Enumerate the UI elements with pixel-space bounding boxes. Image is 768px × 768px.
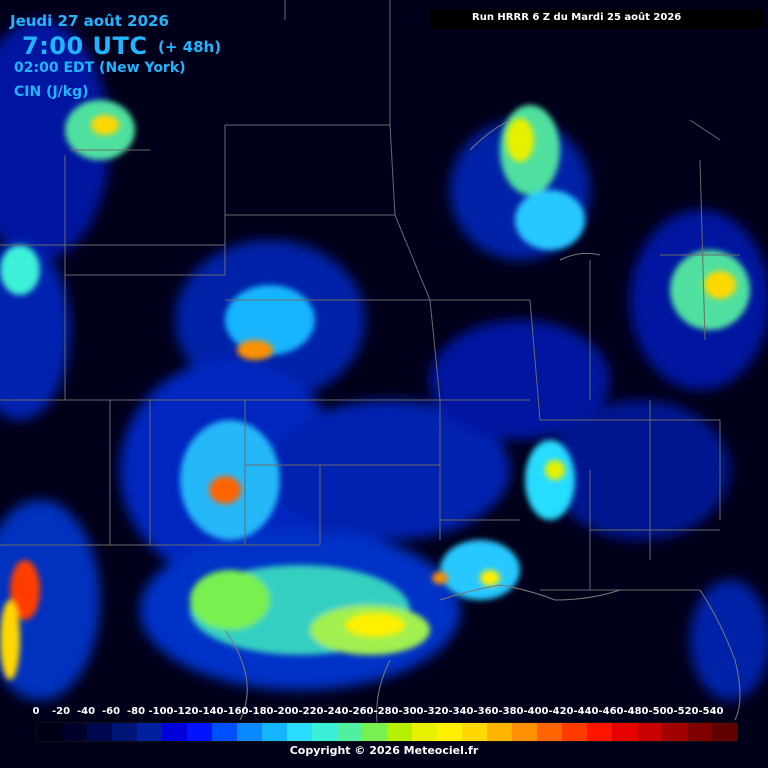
legend-swatch [287, 723, 312, 741]
legend-swatch [312, 723, 337, 741]
legend-swatch [412, 723, 437, 741]
legend-swatch [337, 723, 362, 741]
legend-label: -240 [323, 706, 349, 717]
legend-label: -400 [523, 706, 549, 717]
legend-label: -340 [448, 706, 474, 717]
legend-swatch [487, 723, 512, 741]
copyright: Copyright © 2026 Meteociel.fr [289, 744, 479, 757]
legend-swatch [112, 723, 137, 741]
legend-label: -480 [623, 706, 649, 717]
legend-label: -60 [101, 706, 121, 717]
legend-label: -280 [373, 706, 399, 717]
legend-label: -200 [273, 706, 299, 717]
legend-swatch [62, 723, 87, 741]
legend-label: -440 [573, 706, 599, 717]
legend-label: -520 [673, 706, 699, 717]
legend-swatch [212, 723, 237, 741]
legend-label: -420 [548, 706, 574, 717]
legend-swatch [362, 723, 387, 741]
legend-swatch [637, 723, 662, 741]
legend-swatch [587, 723, 612, 741]
legend-swatch [237, 723, 262, 741]
legend-label: -80 [126, 706, 146, 717]
legend-swatch [462, 723, 487, 741]
legend-swatch [512, 723, 537, 741]
legend-label: -160 [223, 706, 249, 717]
legend-label: -40 [76, 706, 96, 717]
legend-label: -260 [348, 706, 374, 717]
legend-swatch [137, 723, 162, 741]
legend-label: -380 [498, 706, 524, 717]
legend-label: -300 [398, 706, 424, 717]
legend-label: -320 [423, 706, 449, 717]
legend-label: 0 [32, 706, 40, 717]
legend-swatch [387, 723, 412, 741]
legend-swatch [537, 723, 562, 741]
forecast-variable: CIN (J/kg) [14, 84, 89, 100]
legend-label: -460 [598, 706, 624, 717]
legend-label: -140 [198, 706, 224, 717]
legend-label: -500 [648, 706, 674, 717]
legend-labels: 0 -20 -40 -60 -80 -100 -120 -140 -160 -180 -200 -22… [30, 706, 738, 720]
forecast-utc-time: 7:00 UTC [22, 32, 148, 60]
legend-swatch [712, 723, 737, 741]
legend-swatch [437, 723, 462, 741]
legend-color-bar [36, 722, 738, 742]
cin-forecast-map [0, 0, 768, 768]
legend-swatch [262, 723, 287, 741]
legend-label: -180 [248, 706, 274, 717]
forecast-lead-time: (+ 48h) [158, 38, 222, 56]
legend-swatch [687, 723, 712, 741]
run-info: Run HRRR 6 Z du Mardi 25 août 2026 [472, 12, 682, 23]
legend-swatch [187, 723, 212, 741]
legend-swatch [87, 723, 112, 741]
legend-label: -100 [148, 706, 174, 717]
legend-label: -540 [698, 706, 724, 717]
legend-swatch [562, 723, 587, 741]
legend-swatch [662, 723, 687, 741]
forecast-local-time: 02:00 EDT (New York) [14, 60, 186, 76]
legend-label: -220 [298, 706, 324, 717]
forecast-date: Jeudi 27 août 2026 [10, 12, 169, 30]
legend-label: -360 [473, 706, 499, 717]
legend-label: -20 [51, 706, 71, 717]
legend-swatch [162, 723, 187, 741]
legend-label: -120 [173, 706, 199, 717]
legend-swatch [612, 723, 637, 741]
legend-swatch [37, 723, 62, 741]
